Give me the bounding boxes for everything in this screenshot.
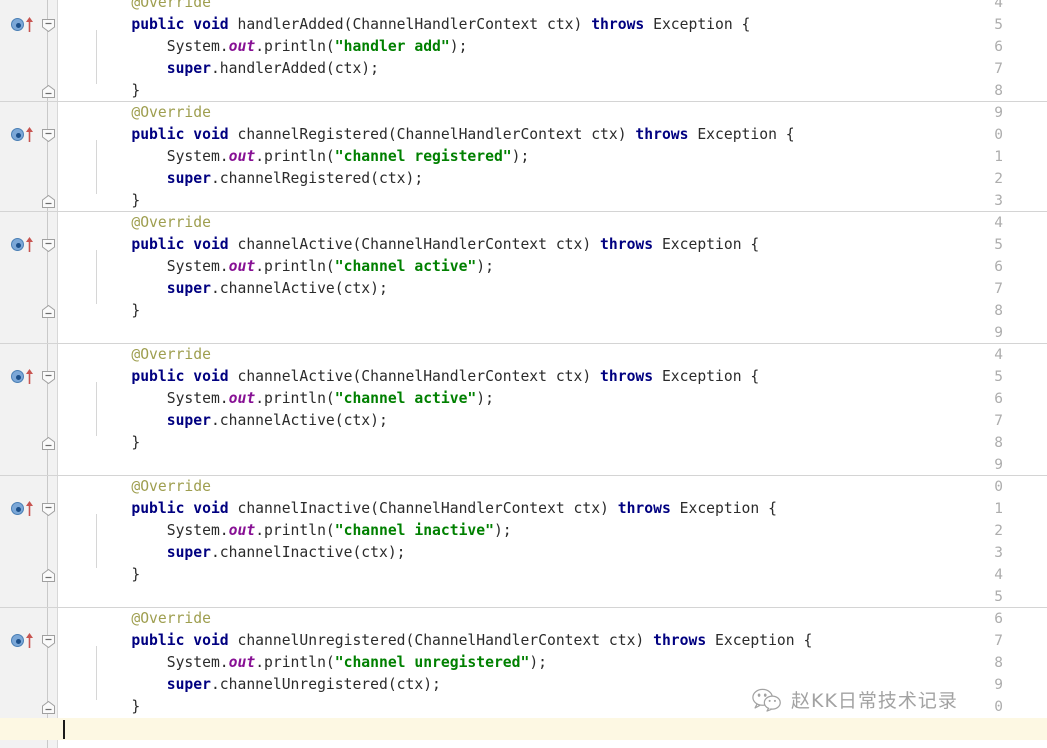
code-text-area[interactable]: @Override public void handlerAdded(Chann… bbox=[0, 0, 1047, 748]
code-line[interactable]: } bbox=[58, 80, 1047, 102]
code-line[interactable]: @Override bbox=[58, 476, 1047, 498]
code-line[interactable]: @Override bbox=[58, 344, 1047, 366]
override-method-icon[interactable] bbox=[11, 366, 35, 388]
fold-end-icon[interactable] bbox=[41, 194, 56, 209]
arrow-up-icon[interactable] bbox=[25, 16, 34, 33]
code-line[interactable]: System.out.println("channel registered")… bbox=[58, 146, 1047, 168]
code-line[interactable]: public void handlerAdded(ChannelHandlerC… bbox=[58, 14, 1047, 36]
override-method-icon[interactable] bbox=[11, 498, 35, 520]
code-line[interactable]: @Override bbox=[58, 608, 1047, 630]
arrow-up-icon[interactable] bbox=[25, 368, 34, 385]
override-marker-circle bbox=[11, 128, 24, 141]
arrow-up-icon[interactable] bbox=[25, 632, 34, 649]
override-method-icon[interactable] bbox=[11, 124, 35, 146]
code-line[interactable]: @Override bbox=[58, 102, 1047, 124]
arrow-up-icon[interactable] bbox=[25, 236, 34, 253]
fold-end-icon[interactable] bbox=[41, 568, 56, 583]
code-line[interactable]: System.out.println("channel active"); bbox=[58, 388, 1047, 410]
override-marker-circle bbox=[11, 238, 24, 251]
code-line[interactable]: System.out.println("channel unregistered… bbox=[58, 652, 1047, 674]
code-line[interactable]: System.out.println("channel inactive"); bbox=[58, 520, 1047, 542]
current-line-gutter-highlight bbox=[0, 718, 58, 740]
fold-end-icon[interactable] bbox=[41, 84, 56, 99]
code-line[interactable]: super.channelRegistered(ctx); bbox=[58, 168, 1047, 190]
watermark-text: 赵KK日常技术记录 bbox=[791, 690, 958, 712]
arrow-up-icon[interactable] bbox=[25, 126, 34, 143]
code-line[interactable]: @Override bbox=[58, 0, 1047, 14]
code-line[interactable] bbox=[58, 322, 1047, 344]
code-line[interactable]: @Override bbox=[58, 212, 1047, 234]
indent-guide bbox=[96, 250, 97, 304]
indent-guide bbox=[96, 646, 97, 700]
code-line[interactable]: public void channelUnregistered(ChannelH… bbox=[58, 630, 1047, 652]
override-method-icon[interactable] bbox=[11, 630, 35, 652]
code-line[interactable]: super.channelActive(ctx); bbox=[58, 410, 1047, 432]
code-line[interactable]: super.handlerAdded(ctx); bbox=[58, 58, 1047, 80]
wechat-icon bbox=[752, 688, 781, 712]
override-marker-circle bbox=[11, 370, 24, 383]
override-marker-circle bbox=[11, 634, 24, 647]
code-line[interactable]: } bbox=[58, 432, 1047, 454]
code-line[interactable]: public void channelRegistered(ChannelHan… bbox=[58, 124, 1047, 146]
fold-end-icon[interactable] bbox=[41, 700, 56, 715]
fold-end-icon[interactable] bbox=[41, 436, 56, 451]
code-line[interactable]: super.channelActive(ctx); bbox=[58, 278, 1047, 300]
code-line[interactable]: public void channelActive(ChannelHandler… bbox=[58, 234, 1047, 256]
code-editor[interactable]: 4567890123456789456789012345678901 @Over… bbox=[0, 0, 1047, 748]
override-method-icon[interactable] bbox=[11, 234, 35, 256]
code-line[interactable] bbox=[58, 454, 1047, 476]
text-caret bbox=[63, 720, 65, 739]
code-line[interactable]: super.channelInactive(ctx); bbox=[58, 542, 1047, 564]
indent-guide bbox=[96, 514, 97, 568]
fold-collapse-icon[interactable] bbox=[41, 634, 56, 649]
code-line[interactable] bbox=[58, 586, 1047, 608]
code-line[interactable]: System.out.println("channel active"); bbox=[58, 256, 1047, 278]
indent-guide bbox=[96, 30, 97, 84]
indent-guide bbox=[96, 382, 97, 436]
fold-collapse-icon[interactable] bbox=[41, 128, 56, 143]
code-line[interactable]: public void channelActive(ChannelHandler… bbox=[58, 366, 1047, 388]
code-line[interactable]: } bbox=[58, 564, 1047, 586]
fold-collapse-icon[interactable] bbox=[41, 502, 56, 517]
override-method-icon[interactable] bbox=[11, 14, 35, 36]
code-line[interactable] bbox=[58, 718, 1047, 740]
watermark: 赵KK日常技术记录 bbox=[752, 686, 958, 713]
fold-end-icon[interactable] bbox=[41, 304, 56, 319]
fold-collapse-icon[interactable] bbox=[41, 238, 56, 253]
fold-collapse-icon[interactable] bbox=[41, 18, 56, 33]
code-line[interactable]: } bbox=[58, 300, 1047, 322]
code-line[interactable]: System.out.println("handler add"); bbox=[58, 36, 1047, 58]
indent-guide bbox=[96, 140, 97, 194]
code-line[interactable]: } bbox=[58, 190, 1047, 212]
fold-collapse-icon[interactable] bbox=[41, 370, 56, 385]
override-marker-circle bbox=[11, 502, 24, 515]
override-marker-circle bbox=[11, 18, 24, 31]
code-line[interactable]: public void channelInactive(ChannelHandl… bbox=[58, 498, 1047, 520]
arrow-up-icon[interactable] bbox=[25, 500, 34, 517]
